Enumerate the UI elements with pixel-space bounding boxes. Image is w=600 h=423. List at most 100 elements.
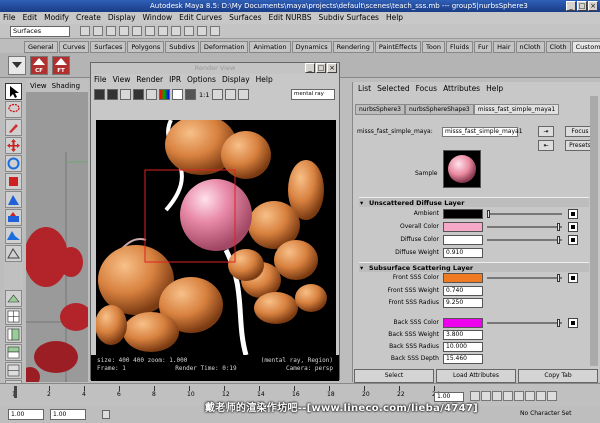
menu-display[interactable]: Display — [108, 12, 136, 24]
persp-graph-layout-icon[interactable] — [5, 344, 22, 361]
section-unscattered-diffuse[interactable]: Unscattered Diffuse Layer — [359, 197, 589, 208]
new-scene-icon[interactable] — [80, 26, 90, 36]
select-object-icon[interactable] — [132, 26, 142, 36]
select-component-icon[interactable] — [145, 26, 155, 36]
shelf-menu-icon[interactable] — [8, 56, 26, 75]
snap-curve-icon[interactable] — [171, 26, 181, 36]
move-tool-icon[interactable] — [5, 137, 22, 154]
step-forward-key-icon[interactable] — [536, 391, 546, 401]
scale-tool-icon[interactable] — [5, 173, 22, 190]
universal-manip-icon[interactable] — [5, 191, 22, 208]
shelf-tab-hair[interactable]: Hair — [493, 41, 515, 53]
rv-menu-render[interactable]: Render — [136, 74, 163, 86]
node-name-field[interactable]: misss_fast_simple_maya1 — [442, 127, 523, 137]
redo-render-icon[interactable] — [94, 89, 105, 100]
rv-menu-display[interactable]: Display — [222, 74, 250, 86]
back-sss-weight-field[interactable]: 3.800 — [443, 330, 483, 340]
four-view-layout-icon[interactable] — [5, 308, 22, 325]
go-to-end-icon[interactable] — [547, 391, 557, 401]
render-view-minimize-button[interactable]: _ — [305, 63, 315, 73]
ambient-slider-knob[interactable] — [487, 210, 490, 218]
menu-file[interactable]: File — [3, 12, 16, 24]
keep-image-icon[interactable] — [212, 89, 224, 100]
ae-tab-transform[interactable]: nurbsSphere3 — [355, 104, 405, 115]
snap-point-icon[interactable] — [184, 26, 194, 36]
menu-modify[interactable]: Modify — [44, 12, 69, 24]
shelf-tab-deformation[interactable]: Deformation — [199, 41, 249, 53]
shelf-button-ft[interactable]: FT — [52, 56, 70, 75]
ambient-slider[interactable] — [487, 210, 562, 218]
front-sss-weight-field[interactable]: 0.740 — [443, 286, 483, 296]
back-sss-color-slider-knob[interactable] — [557, 319, 560, 327]
diffuse-color-swatch[interactable] — [443, 235, 483, 245]
shelf-tab-rendering[interactable]: Rendering — [332, 41, 374, 53]
ambient-map-button[interactable] — [568, 209, 578, 219]
menu-edit-nurbs[interactable]: Edit NURBS — [269, 12, 312, 24]
diffuse-color-slider-knob[interactable] — [557, 236, 560, 244]
front-sss-color-swatch[interactable] — [443, 273, 483, 283]
ambient-color-swatch[interactable] — [443, 209, 483, 219]
shelf-tab-cloth[interactable]: Cloth — [545, 41, 571, 53]
shelf-tab-fur[interactable]: Fur — [473, 41, 493, 53]
overall-color-map-button[interactable] — [568, 222, 578, 232]
back-sss-depth-field[interactable]: 15.460 — [443, 354, 483, 364]
refresh-ipr-icon[interactable] — [146, 89, 157, 100]
menu-edit-curves[interactable]: Edit Curves — [179, 12, 222, 24]
snapshot-icon[interactable] — [120, 89, 131, 100]
load-attributes-button[interactable]: Load Attributes — [436, 369, 516, 383]
open-scene-icon[interactable] — [93, 26, 103, 36]
menu-create[interactable]: Create — [76, 12, 101, 24]
persp-outliner-layout-icon[interactable] — [5, 326, 22, 343]
ae-menu-list[interactable]: List — [358, 82, 371, 96]
overall-color-swatch[interactable] — [443, 222, 483, 232]
ae-menu-help[interactable]: Help — [486, 82, 503, 96]
menu-window[interactable]: Window — [143, 12, 173, 24]
show-manip-icon[interactable] — [5, 227, 22, 244]
shelf-button-cf[interactable]: CF — [30, 56, 48, 75]
shelf-tab-custom[interactable]: Custom — [571, 41, 600, 53]
shelf-tab-subdivs[interactable]: Subdivs — [165, 41, 199, 53]
shelf-tab-curves[interactable]: Curves — [58, 41, 90, 53]
render-region-icon[interactable] — [107, 89, 118, 100]
copy-tab-button[interactable]: Copy Tab — [518, 369, 598, 383]
back-sss-color-slider[interactable] — [487, 319, 562, 327]
ae-menu-selected[interactable]: Selected — [377, 82, 410, 96]
back-sss-color-swatch[interactable] — [443, 318, 483, 328]
range-slider-handle[interactable] — [102, 410, 110, 419]
shelf-tab-surfaces[interactable]: Surfaces — [90, 41, 127, 53]
shelf-tab-painteffects[interactable]: PaintEffects — [374, 41, 422, 53]
rotate-tool-icon[interactable] — [5, 155, 22, 172]
select-output-icon[interactable]: ⇤ — [538, 140, 554, 151]
shelf-tab-animation[interactable]: Animation — [249, 41, 291, 53]
minimize-button[interactable]: _ — [566, 1, 576, 11]
luminance-icon[interactable] — [185, 89, 196, 100]
single-perspective-layout-icon[interactable] — [5, 290, 22, 307]
shelf-tab-dynamics[interactable]: Dynamics — [291, 41, 332, 53]
shelf-tab-polygons[interactable]: Polygons — [127, 41, 165, 53]
maximize-button[interactable]: □ — [577, 1, 587, 11]
front-sss-color-slider-knob[interactable] — [557, 274, 560, 282]
hypershade-layout-icon[interactable] — [5, 362, 22, 379]
front-sss-radius-field[interactable]: 9.250 — [443, 298, 483, 308]
select-button[interactable]: Select — [354, 369, 434, 383]
ipr-render-view-icon[interactable] — [133, 89, 144, 100]
back-sss-color-map-button[interactable] — [568, 318, 578, 328]
front-sss-color-map-button[interactable] — [568, 273, 578, 283]
lasso-tool-icon[interactable] — [5, 101, 22, 118]
step-back-frame-icon[interactable] — [492, 391, 502, 401]
play-forwards-icon[interactable] — [514, 391, 524, 401]
diffuse-weight-field[interactable]: 0.910 — [443, 248, 483, 258]
overall-color-slider-knob[interactable] — [557, 223, 560, 231]
character-set-menu[interactable]: No Character Set — [520, 410, 571, 417]
ae-tab-shape[interactable]: nurbsSphereShape3 — [404, 104, 474, 115]
menu-surfaces[interactable]: Surfaces — [229, 12, 261, 24]
save-scene-icon[interactable] — [106, 26, 116, 36]
ipr-render-icon[interactable] — [210, 26, 220, 36]
shelf-tab-fluids[interactable]: Fluids — [445, 41, 473, 53]
mode-select[interactable]: Surfaces — [10, 26, 70, 37]
front-sss-color-slider[interactable] — [487, 274, 562, 282]
step-forward-frame-icon[interactable] — [525, 391, 535, 401]
real-size-ratio[interactable]: 1:1 — [199, 91, 209, 99]
diffuse-color-slider[interactable] — [487, 236, 562, 244]
rgb-channels-icon[interactable] — [159, 89, 170, 100]
